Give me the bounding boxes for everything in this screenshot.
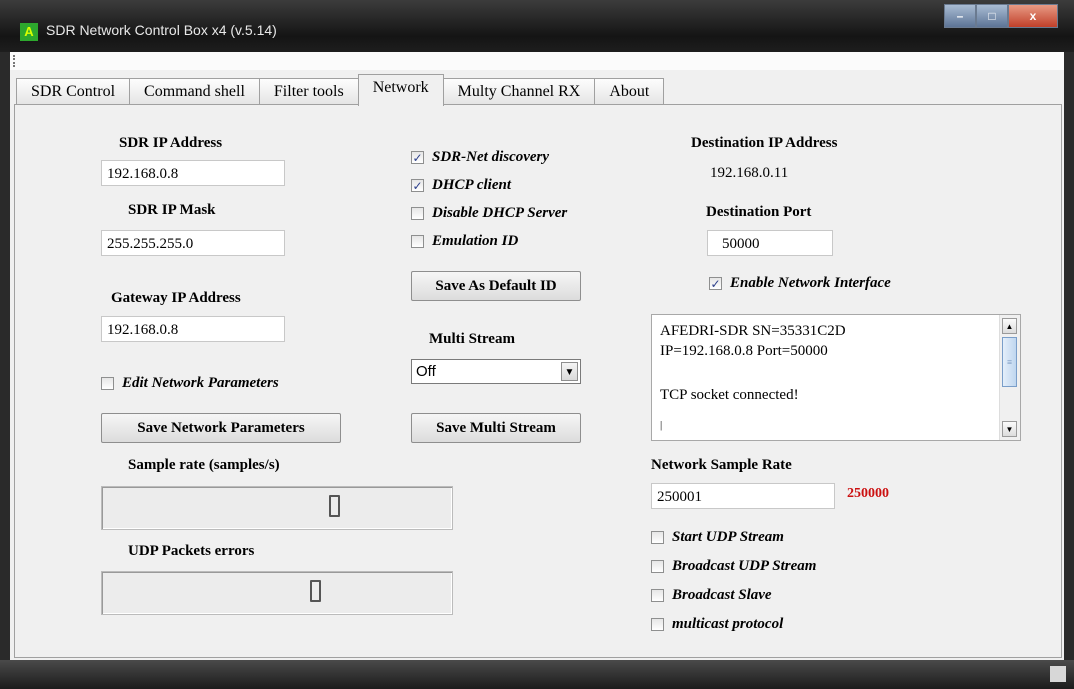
resize-grip-icon[interactable] (1050, 666, 1066, 682)
checkbox-label: DHCP client (432, 177, 512, 193)
start-udp-stream-checkbox[interactable]: Start UDP Stream (651, 529, 784, 546)
sample-rate-label: Sample rate (samples/s) (128, 457, 280, 473)
maximize-button[interactable]: □ (976, 4, 1008, 28)
checkbox-label: Disable DHCP Server (432, 205, 568, 221)
tab-strip: SDR Control Command shell Filter tools N… (16, 74, 665, 106)
checkbox-label: Emulation ID (432, 233, 519, 249)
broadcast-udp-stream-checkbox[interactable]: Broadcast UDP Stream (651, 558, 816, 575)
checkbox-box[interactable] (651, 618, 664, 631)
title-bar: A SDR Network Control Box x4 (v.5.14) – … (0, 0, 1074, 52)
status-bar (0, 660, 1074, 689)
edit-network-params-checkbox[interactable]: Edit Network Parameters (101, 375, 279, 392)
checkbox-box[interactable] (411, 207, 424, 220)
text-cursor: | (660, 419, 663, 431)
dest-ip-label: Destination IP Address (691, 135, 838, 151)
dest-port-field[interactable]: 50000 (707, 230, 833, 256)
log-line: AFEDRI-SDR SN=35331C2D (660, 323, 846, 339)
checkbox-box[interactable]: ✓ (411, 151, 424, 165)
scroll-down-icon[interactable]: ▼ (1002, 421, 1017, 437)
tab-about[interactable]: About (594, 78, 665, 105)
checkbox-box[interactable] (651, 560, 664, 573)
sdr-net-discovery-checkbox[interactable]: ✓ SDR-Net discovery (411, 149, 549, 166)
save-network-params-button[interactable]: Save Network Parameters (101, 413, 341, 443)
tab-network[interactable]: Network (357, 74, 444, 106)
sdr-mask-field[interactable]: 255.255.255.0 (101, 230, 285, 256)
dest-port-label: Destination Port (706, 204, 812, 220)
close-button[interactable]: x (1008, 4, 1058, 28)
checkbox-label: Broadcast UDP Stream (672, 558, 817, 574)
sample-rate-display: 0 (101, 486, 453, 530)
tab-filter-tools[interactable]: Filter tools (258, 78, 359, 105)
checkbox-box[interactable] (651, 589, 664, 602)
tab-command-shell[interactable]: Command shell (129, 78, 260, 105)
log-line: IP=192.168.0.8 Port=50000 (660, 343, 828, 359)
chevron-down-icon[interactable]: ▼ (561, 362, 578, 381)
dhcp-client-checkbox[interactable]: ✓ DHCP client (411, 177, 511, 194)
save-multi-stream-button[interactable]: Save Multi Stream (411, 413, 581, 443)
scroll-up-icon[interactable]: ▲ (1002, 318, 1017, 334)
window-controls: – □ x (944, 4, 1058, 28)
dest-ip-value: 192.168.0.11 (710, 165, 789, 181)
network-sample-rate-label: Network Sample Rate (651, 457, 792, 473)
multicast-protocol-checkbox[interactable]: multicast protocol (651, 616, 783, 633)
sdr-ip-field[interactable]: 192.168.0.8 (101, 160, 285, 186)
checkbox-label: multicast protocol (672, 616, 784, 632)
sdr-ip-label: SDR IP Address (119, 135, 223, 151)
udp-errors-digit: 0 (310, 580, 321, 602)
checkbox-label: Edit Network Parameters (122, 375, 279, 391)
grip-icon[interactable] (13, 55, 18, 67)
multi-stream-value: Off (416, 363, 436, 380)
network-sample-rate-actual: 250000 (847, 486, 889, 501)
emulation-id-checkbox[interactable]: Emulation ID (411, 233, 518, 250)
multi-stream-select[interactable]: Off ▼ (411, 359, 581, 384)
network-log-textbox[interactable]: AFEDRI-SDR SN=35331C2D IP=192.168.0.8 Po… (651, 314, 1021, 441)
checkbox-label: Enable Network Interface (730, 275, 891, 291)
client-area: SDR Control Command shell Filter tools N… (10, 70, 1064, 660)
udp-errors-display: 0 (101, 571, 453, 615)
menu-strip (10, 52, 1064, 71)
tab-sdr-control[interactable]: SDR Control (16, 78, 131, 105)
udp-errors-label: UDP Packets errors (128, 543, 255, 559)
checkbox-box[interactable]: ✓ (411, 179, 424, 193)
gateway-label: Gateway IP Address (111, 290, 241, 306)
enable-network-interface-checkbox[interactable]: ✓ Enable Network Interface (709, 275, 891, 292)
network-sample-rate-field[interactable]: 250001 (651, 483, 835, 509)
network-panel: SDR IP Address 192.168.0.8 SDR IP Mask 2… (14, 104, 1062, 658)
checkbox-label: SDR-Net discovery (432, 149, 550, 165)
checkbox-box[interactable] (101, 377, 114, 390)
checkbox-label: Broadcast Slave (672, 587, 772, 603)
sample-rate-digit: 0 (329, 495, 340, 517)
gateway-field[interactable]: 192.168.0.8 (101, 316, 285, 342)
save-as-default-id-button[interactable]: Save As Default ID (411, 271, 581, 301)
checkbox-box[interactable]: ✓ (709, 277, 722, 291)
log-scrollbar[interactable]: ▲ ≡ ▼ (999, 315, 1020, 440)
disable-dhcp-server-checkbox[interactable]: Disable DHCP Server (411, 205, 567, 222)
tab-multy-channel-rx[interactable]: Multy Channel RX (442, 78, 596, 105)
app-icon: A (20, 23, 38, 41)
log-line: TCP socket connected! (660, 387, 799, 403)
checkbox-box[interactable] (411, 235, 424, 248)
minimize-button[interactable]: – (944, 4, 976, 28)
broadcast-slave-checkbox[interactable]: Broadcast Slave (651, 587, 772, 604)
checkbox-label: Start UDP Stream (672, 529, 784, 545)
scroll-thumb[interactable]: ≡ (1002, 337, 1017, 387)
checkbox-box[interactable] (651, 531, 664, 544)
multi-stream-label: Multi Stream (429, 331, 515, 347)
window-title: SDR Network Control Box x4 (v.5.14) (46, 22, 277, 38)
sdr-mask-label: SDR IP Mask (128, 202, 216, 218)
